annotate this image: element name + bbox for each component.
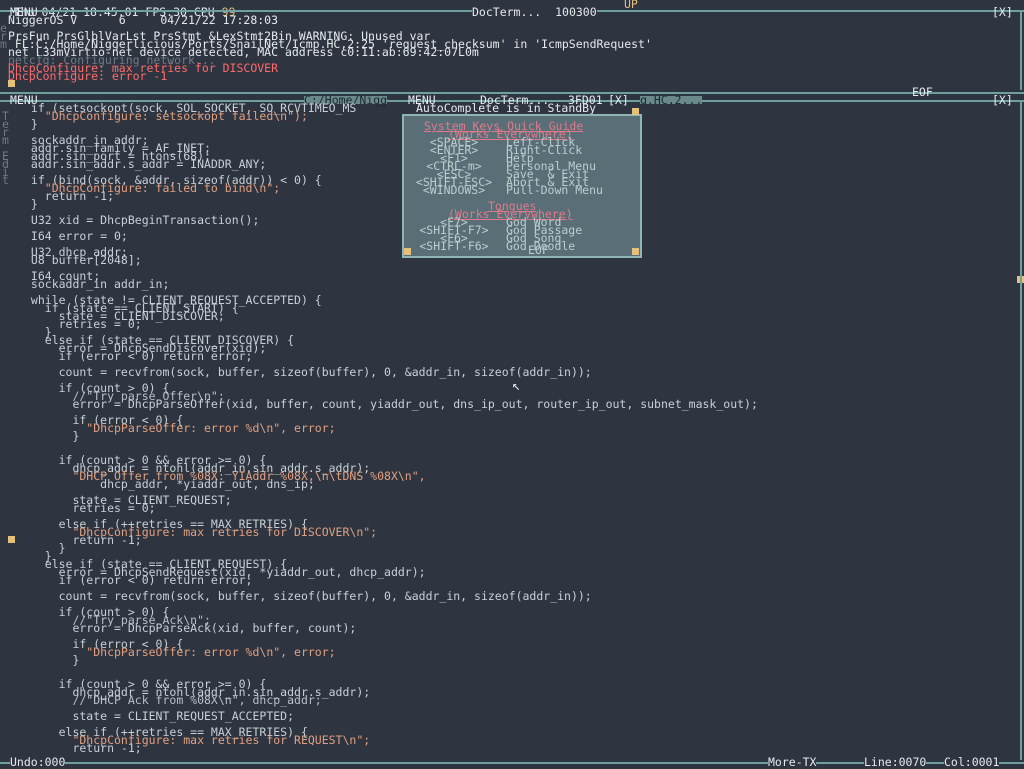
popup-key-action: Pull-Down Menu <box>506 183 603 197</box>
system-line-1: NiggerOS V 6 04/21/22 17:28:03 <box>8 13 279 27</box>
popup-handle-br[interactable] <box>632 248 639 255</box>
code-line[interactable]: U8 buffer[2048]; <box>24 254 142 266</box>
code-line[interactable]: addr.sin_addr.s_addr = INADDR_ANY; <box>24 158 266 170</box>
code-line[interactable]: if (error < 0) return error; <box>24 574 253 586</box>
system-window-right-border <box>1020 10 1022 90</box>
code-line[interactable]: "DhcpConfigure: setsockopt failed\n"); <box>24 110 308 122</box>
popup-handle-bl[interactable] <box>404 248 411 255</box>
editor-close-button[interactable]: [X] <box>992 94 1013 106</box>
popup-key: <WINDOWS> <box>422 183 486 197</box>
tongue-key: <SHIFT-F6> <box>419 239 489 253</box>
system-eof: EOF <box>912 85 933 99</box>
code-line[interactable]: sockaddr_in addr_in; <box>24 278 169 290</box>
side-letter: t <box>2 173 9 187</box>
mouse-pointer-icon: ↖ <box>512 378 521 394</box>
system-keys-popup: System Keys Quick Guide (Works Everywher… <box>402 114 642 258</box>
side-letter: m <box>2 133 9 147</box>
up-indicator: UP <box>624 0 638 11</box>
code-line[interactable]: } <box>24 430 79 442</box>
code-line[interactable]: //"DHCP Ack from %08X\n", dhcp_addr; <box>24 694 321 706</box>
system-window-title: DocTerm... 100300 <box>472 5 597 19</box>
left-resize-handle[interactable] <box>8 536 15 543</box>
code-line[interactable]: } <box>24 198 38 210</box>
editor-file-tab[interactable]: q.HC,2... <box>640 94 703 106</box>
col-indicator: Col:0001 <box>944 755 1000 769</box>
popup-handle-tr[interactable] <box>632 108 639 115</box>
code-line[interactable]: count = recvfrom(sock, buffer, sizeof(bu… <box>24 590 592 602</box>
code-line[interactable]: } <box>24 118 38 130</box>
code-line[interactable]: dhcp_addr, *yiaddr_out, dns_ip; <box>24 478 315 490</box>
code-line[interactable]: I64 error = 0; <box>24 230 128 242</box>
system-line-7: DhcpConfigure: error -1 <box>8 69 168 83</box>
code-line[interactable]: error = DhcpParseAck(xid, buffer, count)… <box>24 622 356 634</box>
editor-inner-close-button[interactable]: [X] <box>608 94 629 106</box>
code-line[interactable]: count = recvfrom(sock, buffer, sizeof(bu… <box>24 366 592 378</box>
code-line[interactable]: return -1; <box>24 742 141 754</box>
code-line[interactable]: retries = 0; <box>24 502 155 514</box>
code-line[interactable]: } <box>24 654 79 666</box>
line-indicator: Line:0070 <box>864 755 927 769</box>
editor-right-border <box>1020 100 1022 760</box>
undo-indicator: Undo:000 <box>10 755 66 769</box>
popup-eof: EOF <box>528 243 549 257</box>
system-close-button[interactable]: [X] <box>992 6 1013 18</box>
code-line[interactable]: if (error < 0) return error; <box>24 350 253 362</box>
code-line[interactable]: U32 xid = DhcpBeginTransaction(); <box>24 214 259 226</box>
autocomplete-banner: AutoComplete is in StandBy <box>416 101 597 115</box>
more-indicator: More-TX <box>768 755 817 769</box>
code-line[interactable]: state = CLIENT_REQUEST_ACCEPTED; <box>24 710 294 722</box>
code-line[interactable]: error = DhcpParseOffer(xid, buffer, coun… <box>24 398 757 410</box>
system-side-letter: m <box>0 37 7 51</box>
system-cursor-block <box>8 80 15 87</box>
